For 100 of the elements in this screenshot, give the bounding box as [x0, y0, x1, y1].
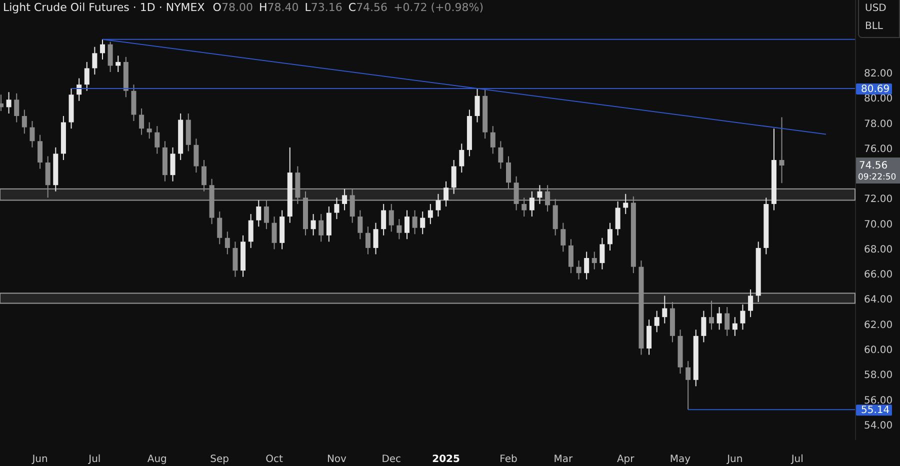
candlestick [498, 140, 504, 170]
candlestick [740, 304, 746, 330]
currency-menu[interactable]: USD BLL [858, 0, 900, 38]
axis-label: 66.00 [864, 270, 893, 281]
candlestick [396, 218, 402, 240]
candlestick [22, 109, 27, 134]
candlestick [592, 251, 597, 270]
candlestick [459, 143, 464, 174]
axis-label: 64.00 [864, 294, 893, 306]
axis-label: 80.00 [864, 94, 893, 105]
candlestick [381, 203, 386, 236]
candlestick [474, 88, 480, 123]
axis-label: 58.00 [864, 370, 893, 382]
candlestick [506, 156, 511, 190]
candlestick [709, 300, 714, 330]
candlestick [14, 92, 20, 123]
price-change: +0.72 (+0.98%) [394, 1, 484, 14]
candlestick [482, 89, 488, 140]
candlestick [756, 241, 761, 302]
axis-label: Feb [500, 454, 518, 465]
candlestick [490, 126, 496, 154]
candlestick [217, 211, 222, 245]
candlestick [608, 222, 612, 251]
axis-label: Oct [266, 454, 283, 465]
candlestick [303, 190, 308, 236]
candlestick [388, 203, 394, 232]
axis-label: May [670, 454, 691, 465]
axis-label: Aug [147, 454, 167, 465]
candlestick [724, 306, 730, 336]
candlestick [256, 200, 262, 228]
candlestick [45, 156, 50, 198]
candlestick [232, 241, 238, 278]
candlestick [272, 216, 277, 250]
candlestick [545, 184, 550, 212]
candlestick [428, 203, 433, 225]
candlestick [693, 329, 698, 387]
candlestick [436, 193, 441, 218]
candlestick [178, 113, 184, 160]
candlestick [6, 92, 12, 114]
ref-line-label: 55.14 [861, 405, 890, 416]
candlestick [514, 176, 519, 211]
price-label: 80.69 [856, 83, 892, 95]
candlestick [310, 214, 316, 236]
candlestick [170, 146, 176, 182]
candlestick [686, 360, 691, 410]
candlestick [732, 316, 738, 336]
candlestick [670, 302, 675, 343]
candlestick [420, 211, 426, 235]
candlestick [568, 238, 574, 274]
candlestick [280, 210, 285, 250]
candlestick [60, 116, 66, 160]
candlestick [701, 310, 706, 343]
candlestick [779, 116, 784, 184]
axis-label: Sep [210, 454, 230, 465]
axis-label: 76.00 [864, 144, 893, 155]
candlestick [537, 184, 542, 204]
axis-label: 56.00 [864, 395, 893, 406]
candlestick [716, 306, 722, 330]
axis-label: Mar [554, 454, 573, 465]
chart-title: Light Crude Oil Futures · 1D · NYMEX [3, 1, 205, 14]
candlestick [365, 226, 370, 255]
candlestick [154, 126, 160, 154]
axis-label: Dec [382, 454, 402, 465]
candlestick [404, 210, 410, 240]
candlestick [412, 210, 418, 235]
candlestick [615, 200, 620, 236]
ohlc-label: C [348, 1, 356, 14]
axis-label: Jun [32, 454, 48, 465]
candlestick [84, 61, 90, 92]
candlestick [116, 55, 121, 73]
axis-label: Jul [791, 454, 804, 465]
candlestick [444, 180, 449, 207]
candlestick [68, 88, 74, 130]
candlestick [30, 120, 35, 148]
axis-label: 68.00 [864, 244, 893, 256]
ohlc-value: 78.00 [221, 1, 253, 14]
candlestick [162, 140, 168, 182]
candlestick [139, 108, 144, 136]
axis-label: 72.00 [864, 194, 893, 206]
axis-label: 60.00 [864, 345, 893, 356]
candlestick [764, 197, 769, 255]
axis-label: 78.00 [864, 118, 893, 130]
candlestick [92, 46, 98, 76]
candlestick [146, 122, 152, 140]
axis-label: Nov [326, 454, 346, 465]
axis-label: Apr [616, 454, 634, 465]
candlestick [318, 214, 324, 242]
ohlc-label: O [212, 1, 222, 14]
candlestick [576, 260, 582, 280]
ohlc-label: H [258, 1, 268, 14]
candlestick [678, 329, 683, 374]
axis-label: 82.00 [864, 68, 893, 80]
candlestick [248, 214, 254, 248]
candlestick [646, 319, 652, 356]
candlestick [560, 222, 566, 252]
ohlc-value: 73.16 [310, 1, 342, 14]
candlestick [451, 160, 456, 194]
candlestick [53, 146, 58, 192]
ref-line-label: 80.69 [861, 84, 890, 95]
candlestick [326, 206, 332, 242]
